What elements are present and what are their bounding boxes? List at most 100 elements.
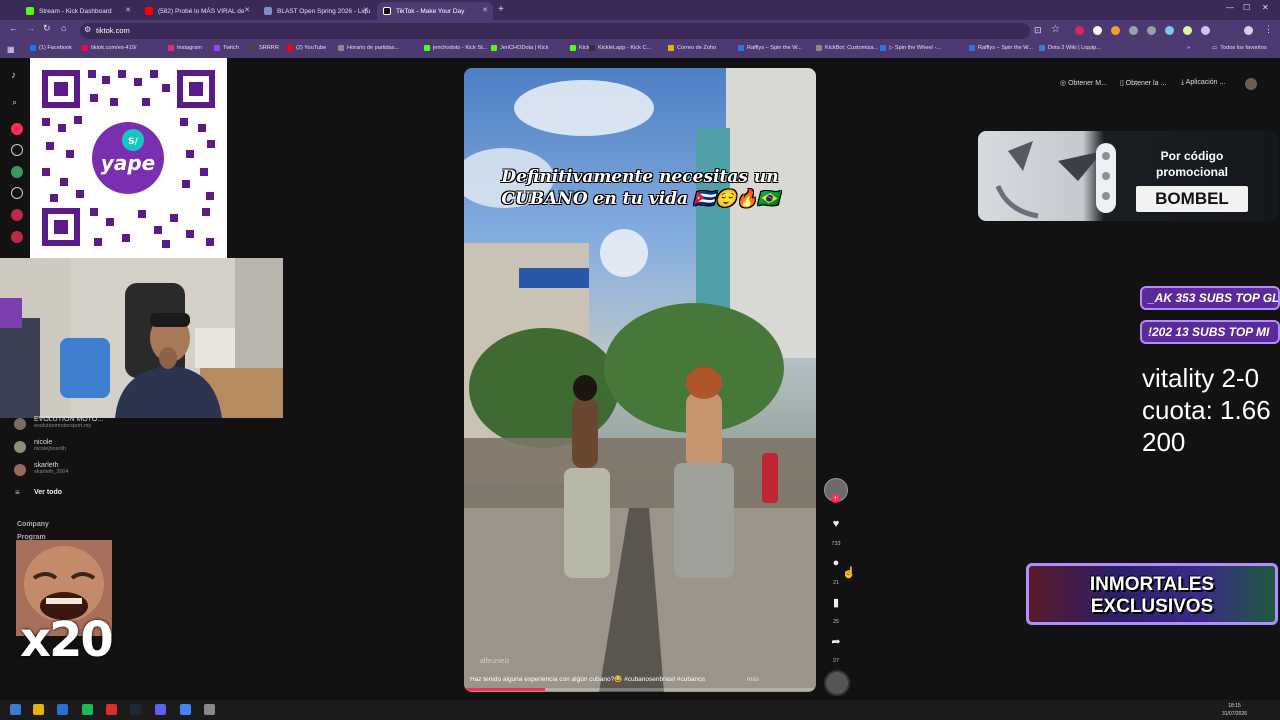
bookmark-item[interactable]: Horario de partidas...	[338, 45, 399, 51]
caption-more-link[interactable]: más	[747, 676, 759, 683]
video-username[interactable]: alfeunielz	[480, 658, 510, 665]
bookmark-item[interactable]: Twitch	[214, 45, 239, 51]
site-info-icon[interactable]: ⚙	[84, 25, 91, 34]
app-icon[interactable]	[106, 704, 117, 715]
install-icon[interactable]: ⊡	[1034, 25, 1042, 36]
app-icon[interactable]	[57, 704, 68, 715]
bookmark-icon[interactable]: ▮	[827, 596, 845, 609]
bookmark-item[interactable]: Correo de Zoho	[668, 45, 716, 51]
all-bookmarks-folder[interactable]: ▭ Todos los favoritos	[1212, 45, 1267, 51]
bookmark-item[interactable]: Rafflys – Spin the W...	[738, 45, 802, 51]
close-icon[interactable]: ✕	[482, 6, 488, 14]
video-progress-bar[interactable]	[464, 688, 816, 691]
tab-kick-dashboard[interactable]: Stream - Kick Dashboard ✕	[20, 2, 136, 20]
tab-youtube[interactable]: (582) Probé lo MÁS VIRAL de ✕	[139, 2, 255, 20]
chevron-right-icon[interactable]: »	[1187, 45, 1190, 51]
bookmark-star-icon[interactable]: ☆	[1051, 24, 1060, 35]
taskbar-clock[interactable]: 18:15 31/07/2026	[1222, 702, 1247, 718]
discord-icon[interactable]	[155, 704, 166, 715]
bookmark-item[interactable]: Rafflys – Spin the W...	[969, 45, 1033, 51]
live-icon[interactable]	[11, 209, 23, 221]
extension-icon[interactable]	[1093, 26, 1102, 35]
home-nav-icon[interactable]	[11, 123, 23, 135]
chrome-icon[interactable]	[180, 704, 191, 715]
extension-icon[interactable]	[1147, 26, 1156, 35]
extension-icon[interactable]	[1075, 26, 1084, 35]
avatar[interactable]	[14, 441, 26, 453]
home-icon[interactable]: ⌂	[61, 23, 66, 33]
bookmark-item[interactable]: jerichodoto - Kick St...	[424, 45, 487, 51]
following-avatar[interactable]	[11, 166, 23, 178]
bookmark-item[interactable]: tiktok.com/es-419/	[82, 45, 136, 51]
bookmark-favicon-icon	[30, 45, 36, 51]
address-bar[interactable]	[80, 23, 1030, 39]
avatar[interactable]	[14, 464, 26, 476]
inmortales-banner: INMORTALES EXCLUSIVOS	[1026, 563, 1278, 625]
extension-icon[interactable]	[1183, 26, 1192, 35]
file-explorer-icon[interactable]	[33, 704, 44, 715]
yape-qr-code: yape S/	[30, 58, 227, 258]
extension-icon[interactable]	[1111, 26, 1120, 35]
avatar[interactable]	[14, 418, 26, 430]
bookmark-item[interactable]: Kicklet.app - Kick C...	[589, 45, 651, 51]
obs-icon[interactable]	[204, 704, 215, 715]
extension-icon[interactable]	[1165, 26, 1174, 35]
profile-avatar[interactable]	[1244, 26, 1253, 35]
account-handle: nicolejhosnth	[34, 446, 67, 452]
close-icon[interactable]: ✕	[363, 6, 369, 14]
video-player[interactable]: Definitivamente necesitas un CUBANO en t…	[464, 68, 816, 692]
bookmark-item[interactable]: ▷ Spin the Wheel -...	[880, 45, 941, 51]
user-avatar[interactable]	[1245, 78, 1257, 90]
url-text[interactable]: tiktok.com	[96, 26, 130, 35]
account-item[interactable]: nicole nicolejhosnth	[34, 439, 66, 452]
extension-icon[interactable]	[1129, 26, 1138, 35]
bookmark-item[interactable]: (2) YouTube	[287, 45, 326, 51]
minimize-icon[interactable]: —	[1226, 3, 1234, 12]
bookmark-item[interactable]: Dota 2 Wiki | Liquip...	[1039, 45, 1101, 51]
menu-icon[interactable]: ⋮	[1264, 24, 1273, 35]
bookmark-item[interactable]: (1) Facebook	[30, 45, 72, 51]
close-icon[interactable]: ✕	[244, 6, 250, 14]
bookmark-favicon-icon	[338, 45, 344, 51]
tab-liquipedia[interactable]: BLAST Open Spring 2026 - Liqu ✕	[258, 2, 374, 20]
app-icon[interactable]	[82, 704, 93, 715]
maximize-icon[interactable]: ☐	[1243, 3, 1250, 12]
music-disc-icon[interactable]	[824, 670, 850, 696]
bookmark-label: tiktok.com/es-419/	[91, 45, 137, 51]
back-icon[interactable]: ←	[9, 23, 18, 33]
bookmark-label: Horario de partidas...	[347, 45, 400, 51]
bookmark-item[interactable]: Kick	[570, 45, 590, 51]
messages-icon[interactable]	[11, 231, 23, 243]
start-icon[interactable]	[10, 704, 21, 715]
webcam-feed	[0, 258, 283, 418]
get-app-link[interactable]: ▯ Obtener la ...	[1120, 79, 1166, 87]
tiktok-logo-icon[interactable]: ♪	[11, 70, 16, 81]
friends-icon[interactable]	[11, 187, 23, 199]
bookmark-item[interactable]: KickBot: Customiza...	[816, 45, 878, 51]
heart-icon[interactable]: ♥	[827, 518, 845, 530]
account-item[interactable]: skarleth skarleth_2004	[34, 462, 69, 475]
follow-plus-icon[interactable]: +	[831, 494, 840, 503]
share-icon[interactable]: ➦	[827, 635, 845, 648]
reload-icon[interactable]: ↻	[43, 23, 51, 34]
company-link[interactable]: Company	[17, 521, 49, 528]
steam-icon[interactable]	[130, 704, 141, 715]
bookmark-item[interactable]: SRRRR	[250, 45, 279, 51]
close-icon[interactable]: ✕	[125, 6, 131, 14]
get-coins-link[interactable]: ◎ Obtener M...	[1060, 79, 1107, 87]
bookmark-item[interactable]: JeriCHODota | Kick	[491, 45, 548, 51]
forward-icon[interactable]: →	[26, 23, 35, 33]
window-close-icon[interactable]: ✕	[1262, 3, 1269, 12]
app-link[interactable]: ⤓ Aplicación ...	[1181, 79, 1225, 87]
search-icon[interactable]: ⌕	[12, 97, 17, 108]
apps-icon[interactable]: ▦	[7, 45, 15, 54]
account-item[interactable]: EVOLUTION MOTO... evolutionmotorsport.my	[34, 416, 103, 429]
bookmark-favicon-icon	[424, 45, 430, 51]
extensions-puzzle-icon[interactable]	[1201, 26, 1210, 35]
see-all-link[interactable]: Ver todo	[34, 489, 62, 496]
explore-icon[interactable]	[11, 144, 23, 156]
bookmark-label: Rafflys – Spin the W...	[747, 45, 802, 51]
bookmark-item[interactable]: Instagram	[168, 45, 202, 51]
tab-tiktok[interactable]: TikTok - Make Your Day ✕	[377, 2, 493, 20]
new-tab-button[interactable]: +	[498, 4, 504, 15]
